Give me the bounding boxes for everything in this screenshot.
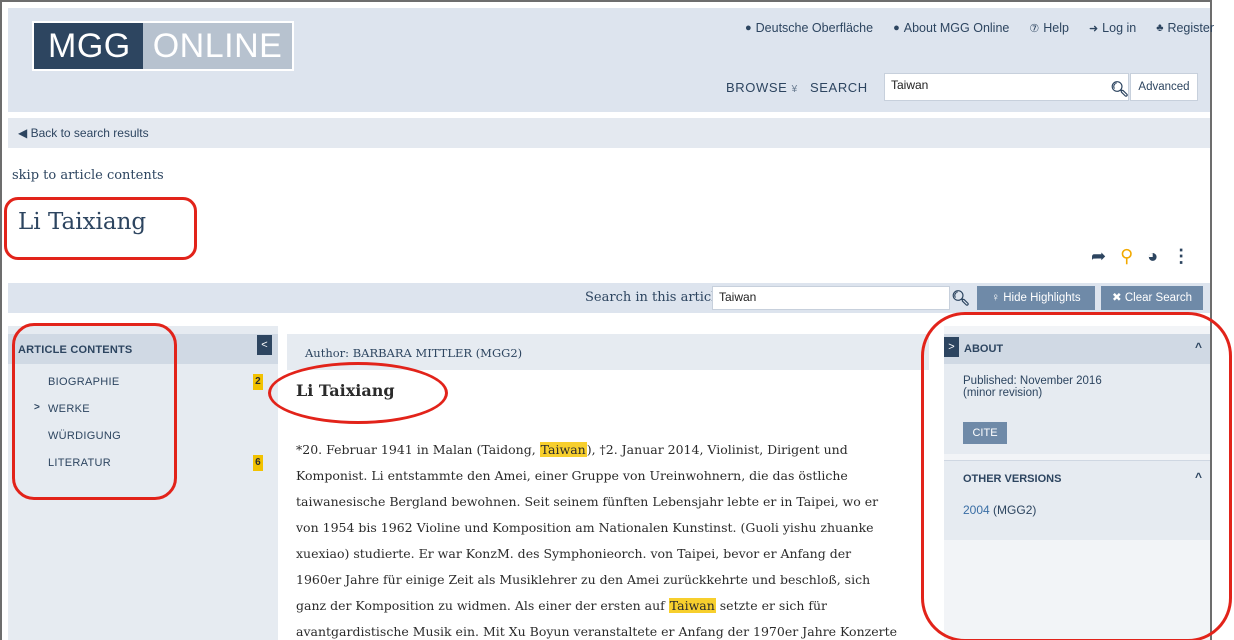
article-text: Komponist. Li entstammte den Amei, einer… [296,468,848,483]
skip-link[interactable]: skip to article contents [12,168,164,183]
back-icon: ◀ [18,126,28,140]
article-body: *20. Februar 1941 in Malan (Taidong, Tai… [296,437,916,640]
hide-highlights-button[interactable]: ♀ Hide Highlights [977,286,1095,310]
article-line: Komponist. Li entstammte den Amei, einer… [296,463,916,489]
hide-highlights-label: Hide Highlights [1003,292,1081,304]
top-links: ● Deutsche Oberfläche ● About MGG Online… [745,21,1214,35]
back-bar: ◀ Back to search results [8,118,1210,148]
article-text: xuexiao) studierte. Er war KonzM. des Sy… [296,546,852,561]
more-options-icon[interactable]: ⋮ [1172,246,1190,267]
article-line: ganz der Komposition zu widmen. Als eine… [296,593,916,619]
link-login[interactable]: ➜ Log in [1089,21,1136,35]
article-text: *20. Februar 1941 in Malan (Taidong, [296,442,540,457]
search-icon[interactable]: 🔍︎ [1110,80,1129,98]
article-text: von 1954 bis 1962 Violine und Kompositio… [296,520,874,535]
article-line: xuexiao) studierte. Er war KonzM. des Sy… [296,541,916,567]
annotation-circle-about [921,312,1232,640]
link-help[interactable]: ⑦ Help [1029,21,1069,35]
search-input[interactable]: Taiwan [884,73,1129,101]
login-icon: ➜ [1088,22,1099,35]
hit-count-badge: 6 [253,455,263,471]
lightbulb-icon: ♀ [991,292,1001,304]
search-highlight: Taiwan [668,598,716,613]
mgg-online-logo[interactable]: MGG ONLINE [32,21,295,71]
clear-search-label: Clear Search [1124,292,1192,304]
annotation-circle-title [4,197,197,260]
browse-label: BROWSE [726,80,788,95]
article-line: avantgardistische Musik ein. Mit Xu Boyu… [296,619,916,640]
back-to-results-link[interactable]: Back to search results [31,126,149,140]
search-label: SEARCH [810,80,868,95]
annotation-circle-article-title [268,362,448,424]
article-line: taiwanesische Bergland bewohnen. Seit se… [296,489,916,515]
register-icon: ♣ [1156,22,1164,34]
link-label: About MGG Online [903,21,1010,35]
article-author: Author: BARBARA MITTLER (MGG2) [305,346,523,360]
annotation-circle-contents [12,323,177,500]
article-line: von 1954 bis 1962 Violine und Kompositio… [296,515,916,541]
link-register[interactable]: ♣ Register [1156,21,1214,35]
hit-count-badge: 2 [253,374,263,390]
page: MGG ONLINE ● Deutsche Oberfläche ● About… [0,0,1234,640]
find-in-article-icon[interactable]: ⚲ [1120,246,1133,267]
logo-online: ONLINE [142,23,293,69]
article-text: ), †2. Januar 2014, Violinist, Dirigent … [586,442,848,457]
article-line: 1960er Jahre für einige Zeit als Musikle… [296,567,916,593]
info-icon: ● [893,22,900,34]
window-border-left [0,0,2,640]
share-icon[interactable]: ➦ [1091,246,1106,267]
chevron-down-icon: ¥ [791,84,798,95]
article-search-input[interactable]: Taiwan [712,286,950,310]
help-icon: ⑦ [1029,22,1040,35]
chevron-left-icon: < [261,339,268,351]
article-text: avantgardistische Musik ein. Mit Xu Boyu… [296,624,898,639]
link-label: Help [1043,21,1069,35]
search-highlight: Taiwan [539,442,587,457]
link-label: Register [1167,21,1214,35]
article-line: *20. Februar 1941 in Malan (Taidong, Tai… [296,437,916,463]
logo-mgg: MGG [34,23,143,69]
article-toolbar: ➦ ⚲ ◕ ⋮ [1091,246,1190,267]
close-icon: ✖ [1112,292,1122,304]
advanced-search-button[interactable]: Advanced [1130,73,1198,101]
collapse-panel-button[interactable]: < [257,335,272,355]
link-label: Log in [1102,21,1137,35]
article-search-label: Search in this article: [585,290,728,305]
clear-search-button[interactable]: ✖ Clear Search [1101,286,1203,310]
article-search-icon[interactable]: 🔍︎ [951,289,970,307]
article-text: setzte er sich für [715,598,828,613]
article-text: 1960er Jahre für einige Zeit als Musikle… [296,572,871,587]
link-deutsche-oberflaeche[interactable]: ● Deutsche Oberfläche [745,21,873,35]
window-border-top [0,0,1212,2]
globe-icon: ● [745,22,752,34]
globe-icon[interactable]: ◕ [1147,246,1158,267]
link-label: Deutsche Oberfläche [755,21,874,35]
browse-menu[interactable]: BROWSE ¥ [726,80,798,95]
article-text: taiwanesische Bergland bewohnen. Seit se… [296,494,879,509]
article-text: ganz der Komposition zu widmen. Als eine… [296,598,669,613]
link-about[interactable]: ● About MGG Online [893,21,1009,35]
